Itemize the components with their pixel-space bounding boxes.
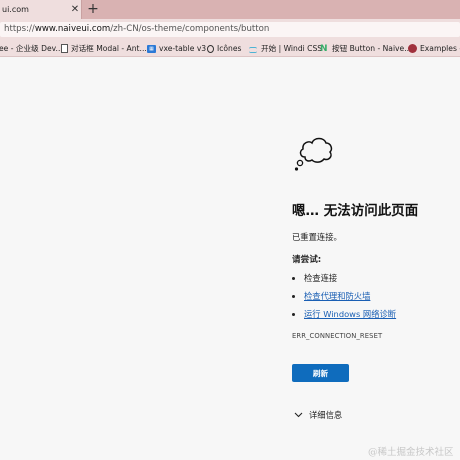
bullet-icon	[292, 294, 295, 298]
address-bar: https://www.naiveui.com/zh-CN/os-theme/c…	[0, 19, 460, 40]
bookmark-item[interactable]: Icônes	[207, 40, 242, 56]
url-prefix: https://	[4, 24, 35, 34]
url-host: www.naiveui.com	[34, 24, 111, 34]
bookmark-label: 对话框 Modal - Ant...	[71, 44, 147, 53]
browser-tab[interactable]: ui.com ✕	[0, 0, 82, 19]
bookmarks-bar: ee - 企业级 Dev... 对话框 Modal - Ant... ▦ vxe…	[0, 40, 460, 57]
error-description: 已重置连接。	[292, 232, 342, 242]
naive-icon: N	[320, 43, 328, 54]
bookmark-item[interactable]: Examples - A	[408, 40, 460, 56]
bookmark-item[interactable]: 对话框 Modal - Ant...	[61, 40, 147, 56]
list-item: 检查连接	[292, 272, 337, 284]
drop-icon	[207, 44, 214, 53]
details-label: 详细信息	[309, 410, 343, 420]
suggestions-heading: 请尝试:	[292, 255, 322, 265]
bookmark-item[interactable]: ▦ vxe-table v3	[147, 40, 207, 56]
check-proxy-link[interactable]: 检查代理和防火墙	[304, 290, 370, 302]
bullet-icon	[292, 312, 295, 316]
bookmark-label: 开始 | Windi CSS	[261, 44, 323, 53]
bookmark-label: Icônes	[217, 44, 242, 53]
tab-title: ui.com	[2, 5, 29, 14]
bookmark-item[interactable]: 开始 | Windi CSS	[249, 40, 323, 56]
new-tab-button[interactable]: +	[86, 1, 100, 17]
examples-icon	[408, 44, 417, 53]
page-title: 嗯… 无法访问此页面	[292, 203, 419, 219]
bookmark-item[interactable]: N 按钮 Button - Naive...	[320, 40, 412, 56]
network-diagnostics-link[interactable]: 运行 Windows 网络诊断	[304, 308, 396, 320]
title-bar: ui.com ✕ +	[0, 0, 460, 19]
watermark: @稀土掘金技术社区	[368, 447, 454, 458]
thought-cloud-icon	[294, 137, 333, 171]
bookmark-label: ee - 企业级 Dev...	[0, 44, 63, 53]
bookmark-label: 按钮 Button - Naive...	[332, 44, 412, 53]
suggestion-text: 检查连接	[304, 273, 338, 283]
url-path: /zh-CN/os-theme/components/button	[110, 24, 270, 34]
refresh-button[interactable]: 刷新	[292, 364, 349, 382]
bookmark-item[interactable]: ee - 企业级 Dev...	[0, 40, 63, 56]
error-code: ERR_CONNECTION_RESET	[292, 332, 383, 340]
bullet-icon	[292, 276, 295, 280]
vxe-icon: ▦	[147, 44, 156, 53]
windi-icon	[249, 45, 258, 53]
doc-icon	[61, 44, 68, 53]
list-item: 检查代理和防火墙	[292, 290, 370, 302]
bookmark-label: vxe-table v3	[159, 44, 207, 53]
url-field[interactable]: https://www.naiveui.com/zh-CN/os-theme/c…	[0, 22, 460, 37]
details-toggle[interactable]: 详细信息	[294, 409, 342, 421]
close-icon[interactable]: ✕	[69, 4, 81, 15]
chevron-down-icon	[294, 412, 303, 418]
bookmark-label: Examples - A	[420, 44, 460, 53]
list-item: 运行 Windows 网络诊断	[292, 308, 396, 320]
